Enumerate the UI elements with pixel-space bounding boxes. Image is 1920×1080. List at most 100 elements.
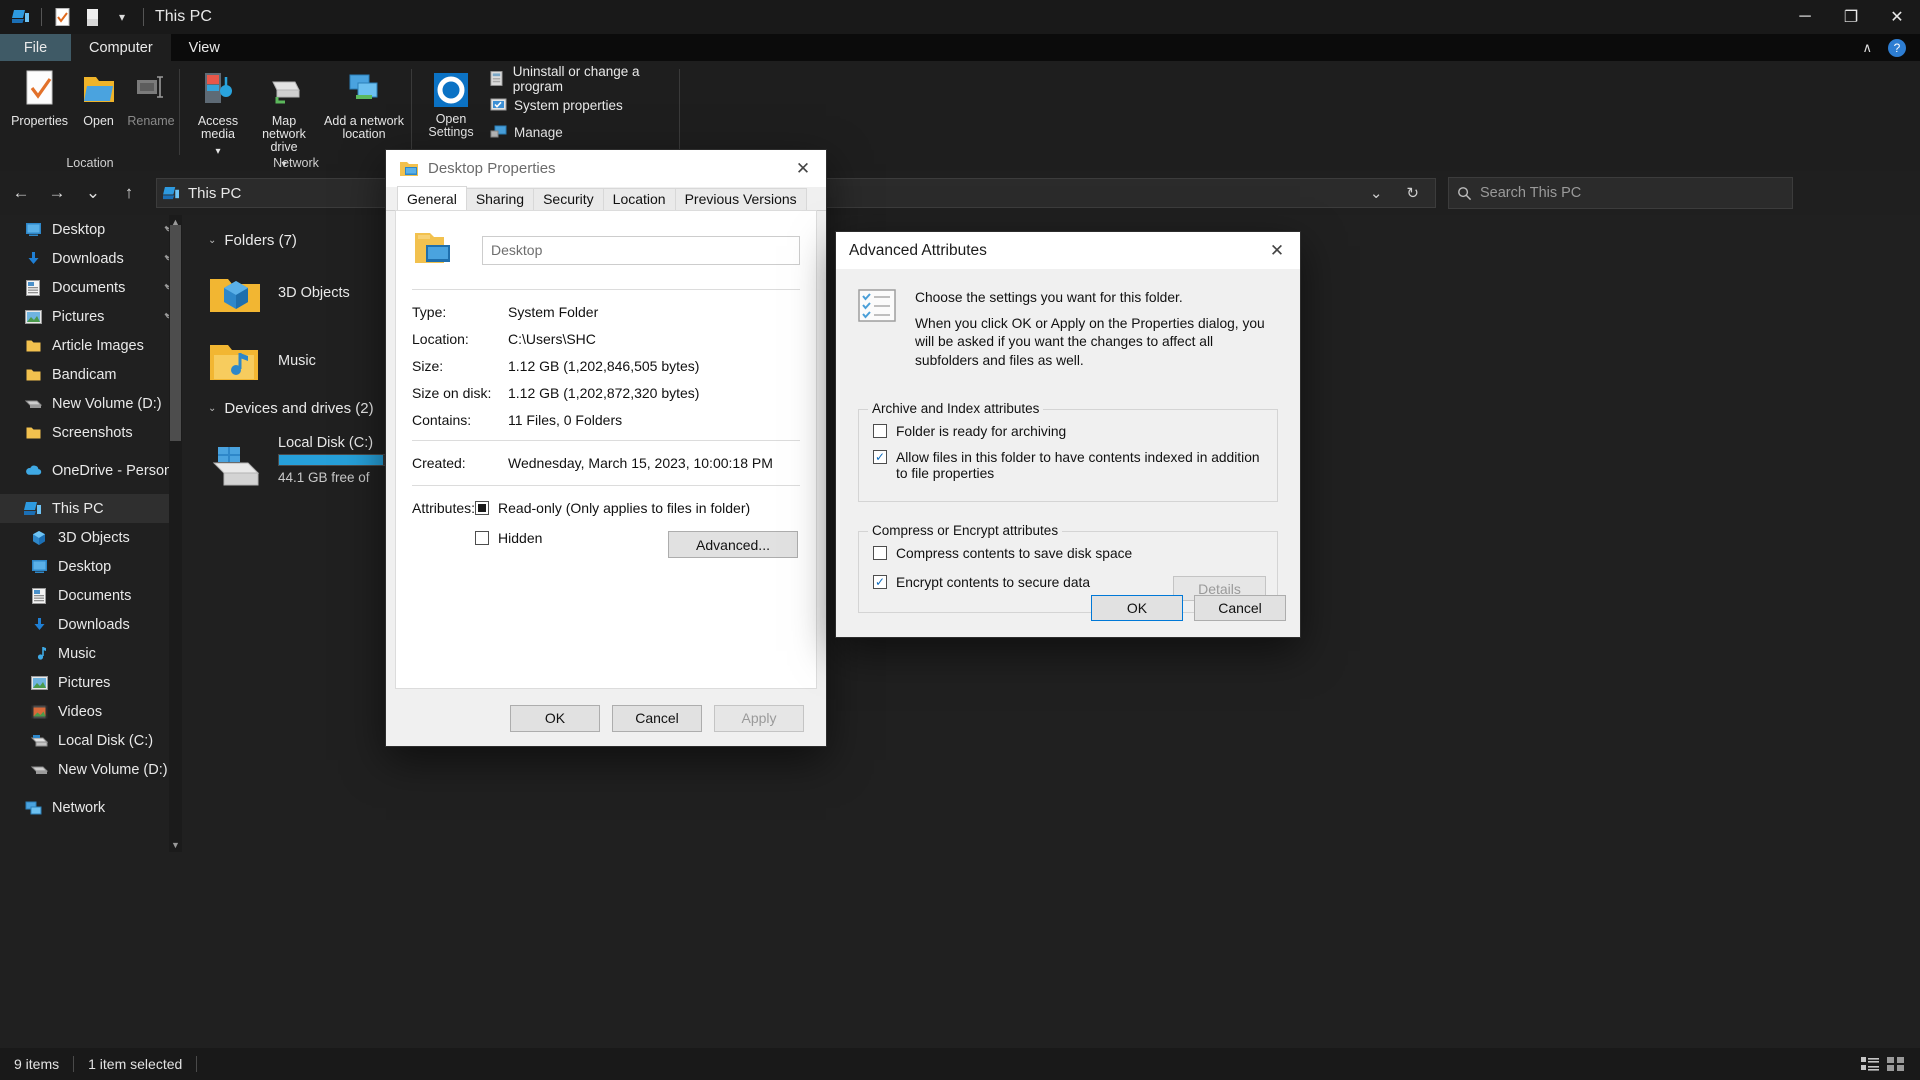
close-icon[interactable]: ✕ xyxy=(1254,232,1300,269)
manage-icon xyxy=(490,125,507,138)
open-button[interactable]: Open xyxy=(75,61,122,128)
manage-item[interactable]: Manage xyxy=(490,119,680,146)
sidebar-item-desktop[interactable]: Desktop xyxy=(0,552,182,581)
breadcrumb[interactable]: This PC xyxy=(188,185,241,202)
cancel-button[interactable]: Cancel xyxy=(612,704,702,732)
group-divider xyxy=(679,69,680,155)
chevron-down-icon: ▾ xyxy=(118,10,126,24)
sidebar-item-music[interactable]: Music xyxy=(0,639,182,668)
list-item[interactable]: Music xyxy=(208,335,350,387)
file-explorer-window: ▾ This PC ─ ❐ ✕ File Computer View ∧ ? P… xyxy=(0,0,1920,1080)
sidebar-item-label: Music xyxy=(58,645,96,662)
archive-ready-checkbox[interactable] xyxy=(873,424,887,438)
sidebar-item-article-images[interactable]: Article Images xyxy=(0,331,182,360)
tab-security[interactable]: Security xyxy=(533,188,604,210)
scroll-down-icon[interactable]: ▼ xyxy=(170,838,181,852)
list-item[interactable]: 3D Objects xyxy=(208,267,350,319)
up-button[interactable]: ↑ xyxy=(114,178,144,208)
sidebar-item-videos[interactable]: Videos xyxy=(0,697,182,726)
download-icon xyxy=(30,617,48,632)
advanced-button[interactable]: Advanced... xyxy=(668,531,798,558)
tab-computer[interactable]: Computer xyxy=(71,34,171,61)
encrypt-contents-checkbox[interactable]: ✓ xyxy=(873,575,887,589)
folder-desktop-icon xyxy=(400,161,418,176)
harddisk-icon xyxy=(212,447,260,486)
system-properties-item[interactable]: System properties xyxy=(490,92,680,119)
sidebar-scrollbar[interactable]: ▲ ▼ xyxy=(169,215,182,852)
this-pc-icon xyxy=(24,501,42,517)
uninstall-program-item[interactable]: Uninstall or change a program xyxy=(490,64,680,94)
collapse-ribbon-icon[interactable]: ∧ xyxy=(1862,40,1872,56)
refresh-icon[interactable]: ↻ xyxy=(1396,184,1429,202)
folder-name-field[interactable]: Desktop xyxy=(482,235,800,265)
ok-button[interactable]: OK xyxy=(1091,595,1183,621)
properties-button[interactable]: Properties xyxy=(4,61,75,128)
compress-contents-row[interactable]: Compress contents to save disk space xyxy=(873,546,1263,562)
cancel-button[interactable]: Cancel xyxy=(1194,595,1286,621)
sidebar-item-new-volume-d[interactable]: New Volume (D:) xyxy=(0,755,182,784)
this-pc-icon[interactable] xyxy=(6,2,36,32)
ok-button[interactable]: OK xyxy=(510,704,600,732)
sidebar-item-network[interactable]: Network xyxy=(0,793,182,822)
properties-field-key: Location: xyxy=(412,331,469,347)
tab-previous-versions[interactable]: Previous Versions xyxy=(674,188,807,210)
rename-button[interactable]: Rename xyxy=(122,61,180,128)
sidebar-item-3d-objects[interactable]: 3D Objects xyxy=(0,523,182,552)
tiles-view-icon[interactable] xyxy=(1886,1055,1906,1073)
sidebar-item-desktop[interactable]: Desktop ✒ xyxy=(0,215,182,244)
access-media-button[interactable]: Access media ▾ xyxy=(186,61,250,171)
readonly-attribute[interactable]: Read-only (Only applies to files in fold… xyxy=(475,500,800,516)
sidebar-item-documents[interactable]: Documents ✒ xyxy=(0,273,182,302)
properties-field-list: Type: System Folder Location: C:\Users\SHC S… xyxy=(396,290,816,428)
forward-button[interactable]: → xyxy=(42,178,72,208)
map-network-drive-button[interactable]: Map network drive ▾ xyxy=(250,61,318,171)
sidebar-item-label: Local Disk (C:) xyxy=(58,732,154,749)
minimize-button[interactable]: ─ xyxy=(1782,0,1828,34)
sidebar-item-screenshots[interactable]: Screenshots xyxy=(0,418,182,447)
index-contents-row[interactable]: ✓ Allow files in this folder to have con… xyxy=(873,450,1263,482)
address-dropdown-icon[interactable]: ⌄ xyxy=(1360,184,1393,202)
folder-icon[interactable] xyxy=(77,2,107,32)
properties-field-value: C:\Users\SHC xyxy=(508,331,596,347)
folder-icon xyxy=(24,339,42,353)
properties-icon[interactable] xyxy=(47,2,77,32)
hidden-checkbox[interactable] xyxy=(475,531,490,545)
scrollbar-thumb[interactable] xyxy=(170,225,181,441)
close-icon[interactable]: ✕ xyxy=(780,150,826,187)
index-contents-checkbox[interactable]: ✓ xyxy=(873,450,887,464)
folders-group-header[interactable]: ⌄ Folders (7) xyxy=(208,227,350,253)
advanced-dialog-title: Advanced Attributes xyxy=(849,241,987,259)
sidebar-item-onedrive-person[interactable]: OneDrive - Person xyxy=(0,456,182,485)
archive-ready-row[interactable]: Folder is ready for archiving xyxy=(873,424,1263,440)
recent-locations-button[interactable]: ⌄ xyxy=(78,178,108,208)
tab-file[interactable]: File xyxy=(0,34,71,61)
close-button[interactable]: ✕ xyxy=(1874,0,1920,34)
tab-location[interactable]: Location xyxy=(602,188,676,210)
compress-contents-checkbox[interactable] xyxy=(873,546,887,560)
details-view-icon[interactable] xyxy=(1860,1055,1880,1073)
sidebar-item-bandicam[interactable]: Bandicam xyxy=(0,360,182,389)
readonly-checkbox[interactable] xyxy=(475,501,490,515)
help-icon[interactable]: ? xyxy=(1888,38,1906,57)
sidebar-item-label: New Volume (D:) xyxy=(58,761,168,778)
open-settings-button[interactable]: Open Settings xyxy=(420,63,482,146)
tab-sharing[interactable]: Sharing xyxy=(465,188,535,210)
sidebar-item-this-pc[interactable]: This PC xyxy=(0,494,182,523)
back-button[interactable]: ← xyxy=(6,178,36,208)
folder-icon xyxy=(24,426,42,440)
tab-general[interactable]: General xyxy=(397,186,467,210)
advanced-intro: Choose the settings you want for this fo… xyxy=(836,269,1300,370)
sidebar-item-new-volume-d[interactable]: New Volume (D:) xyxy=(0,389,182,418)
maximize-button[interactable]: ❐ xyxy=(1828,0,1874,34)
sidebar-item-documents[interactable]: Documents xyxy=(0,581,182,610)
search-input[interactable]: Search This PC xyxy=(1448,177,1793,209)
sidebar-item-pictures[interactable]: Pictures xyxy=(0,668,182,697)
sidebar-item-local-disk-c[interactable]: Local Disk (C:) xyxy=(0,726,182,755)
sidebar-item-downloads[interactable]: Downloads ✒ xyxy=(0,244,182,273)
sidebar-item-pictures[interactable]: Pictures ✒ xyxy=(0,302,182,331)
sidebar-item-downloads[interactable]: Downloads xyxy=(0,610,182,639)
properties-field-row: Location: C:\Users\SHC xyxy=(412,331,800,347)
tab-view[interactable]: View xyxy=(171,34,238,61)
customize-dropdown-icon[interactable]: ▾ xyxy=(107,2,137,32)
